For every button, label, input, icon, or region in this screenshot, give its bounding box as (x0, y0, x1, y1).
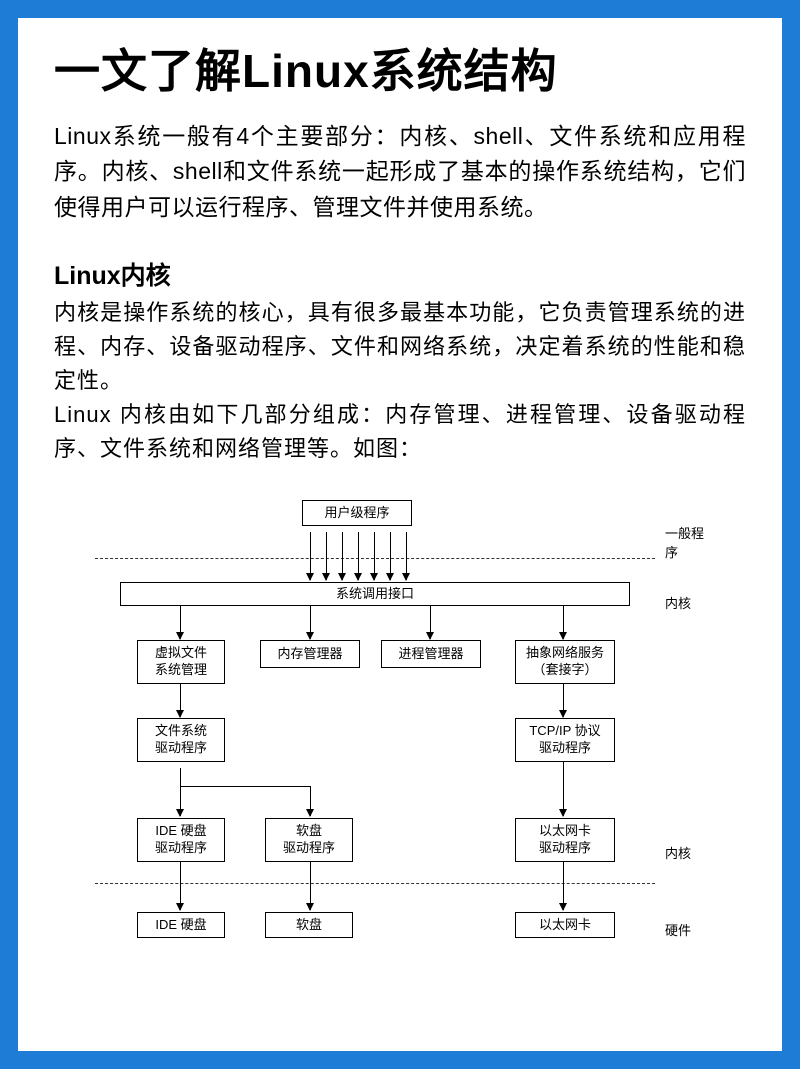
arrow-vfs-fsdrv (180, 684, 181, 717)
arrow-fs-floppy (310, 786, 311, 816)
box-tcp-line2: 驱动程序 (539, 740, 591, 757)
arrow-tcp-eth (563, 762, 564, 816)
box-ide-driver: IDE 硬盘 驱动程序 (137, 818, 225, 862)
box-memory-manager: 内存管理器 (260, 640, 360, 668)
seg-fs-down (180, 768, 181, 786)
arrow-fs-ide (180, 786, 181, 816)
arrow-fan-5 (374, 532, 375, 580)
dashed-separator-1 (95, 558, 655, 559)
label-general: 一般程序 (665, 523, 705, 561)
arrow-fan-2 (326, 532, 327, 580)
box-floppyhw-text: 软盘 (296, 917, 322, 934)
arrow-fan-4 (358, 532, 359, 580)
box-floppy-hw: 软盘 (265, 912, 353, 938)
box-floppy-line1: 软盘 (296, 823, 322, 840)
box-vfs-line2: 系统管理 (155, 662, 207, 679)
box-eth-line1: 以太网卡 (539, 823, 591, 840)
intro-paragraph: Linux系统一般有4个主要部分：内核、shell、文件系统和应用程序。内核、s… (54, 119, 746, 226)
box-sci-text: 系统调用接口 (336, 586, 414, 603)
box-fs-drivers: 文件系统 驱动程序 (137, 718, 225, 762)
label-kernel-upper: 内核 (665, 593, 691, 612)
box-floppy-line2: 驱动程序 (283, 840, 335, 857)
box-tcpip-driver: TCP/IP 协议 驱动程序 (515, 718, 615, 762)
label-kernel-lower: 内核 (665, 843, 691, 862)
box-ethernet-hw: 以太网卡 (515, 912, 615, 938)
section-paragraph-1: 内核是操作系统的核心，具有很多最基本功能，它负责管理系统的进程、内存、设备驱动程… (54, 296, 746, 398)
arrow-sci-vfs (180, 606, 181, 639)
box-eth-line2: 驱动程序 (539, 840, 591, 857)
arrow-ide-hw (180, 862, 181, 910)
arrow-sci-proc (430, 606, 431, 639)
box-vfs: 虚拟文件 系统管理 (137, 640, 225, 684)
box-mem-text: 内存管理器 (277, 646, 342, 663)
arrow-net-tcp (563, 684, 564, 717)
arrow-sci-mem (310, 606, 311, 639)
arrow-eth-hw (563, 862, 564, 910)
box-vfs-line1: 虚拟文件 (155, 645, 207, 662)
dashed-separator-2 (95, 883, 655, 884)
box-ethhw-text: 以太网卡 (539, 917, 591, 934)
box-ide-hw: IDE 硬盘 (137, 912, 225, 938)
section-heading: Linux内核 (54, 256, 746, 292)
box-ide-line1: IDE 硬盘 (155, 823, 206, 840)
box-proc-text: 进程管理器 (398, 646, 463, 663)
box-floppy-driver: 软盘 驱动程序 (265, 818, 353, 862)
label-hardware: 硬件 (665, 920, 691, 939)
box-tcp-line1: TCP/IP 协议 (529, 723, 600, 740)
box-net-line2: （套接字） (532, 662, 597, 679)
arrow-fan-1 (310, 532, 311, 580)
box-user-programs: 用户级程序 (302, 500, 412, 526)
box-abstract-network: 抽象网络服务 （套接字） (515, 640, 615, 684)
architecture-diagram: 一般程序 内核 内核 硬件 用户级程序 系统调用接口 虚拟文件 系统管理 内 (95, 488, 705, 986)
box-idehw-text: IDE 硬盘 (155, 917, 206, 934)
arrow-fan-6 (390, 532, 391, 580)
arrow-fan-3 (342, 532, 343, 580)
box-net-line1: 抽象网络服务 (526, 645, 604, 662)
box-process-manager: 进程管理器 (381, 640, 481, 668)
arrow-fan-7 (406, 532, 407, 580)
box-fsdrv-line1: 文件系统 (155, 723, 207, 740)
box-user-programs-text: 用户级程序 (324, 505, 389, 522)
section-paragraph-2: Linux 内核由如下几部分组成：内存管理、进程管理、设备驱动程序、文件系统和网… (54, 398, 746, 466)
box-fsdrv-line2: 驱动程序 (155, 740, 207, 757)
arrow-sci-net (563, 606, 564, 639)
box-ethernet-driver: 以太网卡 驱动程序 (515, 818, 615, 862)
arrow-floppy-hw (310, 862, 311, 910)
box-ide-line2: 驱动程序 (155, 840, 207, 857)
document-page: 一文了解Linux系统结构 Linux系统一般有4个主要部分：内核、shell、… (18, 18, 782, 1051)
seg-fs-horiz (180, 786, 310, 787)
box-system-call-interface: 系统调用接口 (120, 582, 630, 606)
page-title: 一文了解Linux系统结构 (54, 46, 746, 97)
